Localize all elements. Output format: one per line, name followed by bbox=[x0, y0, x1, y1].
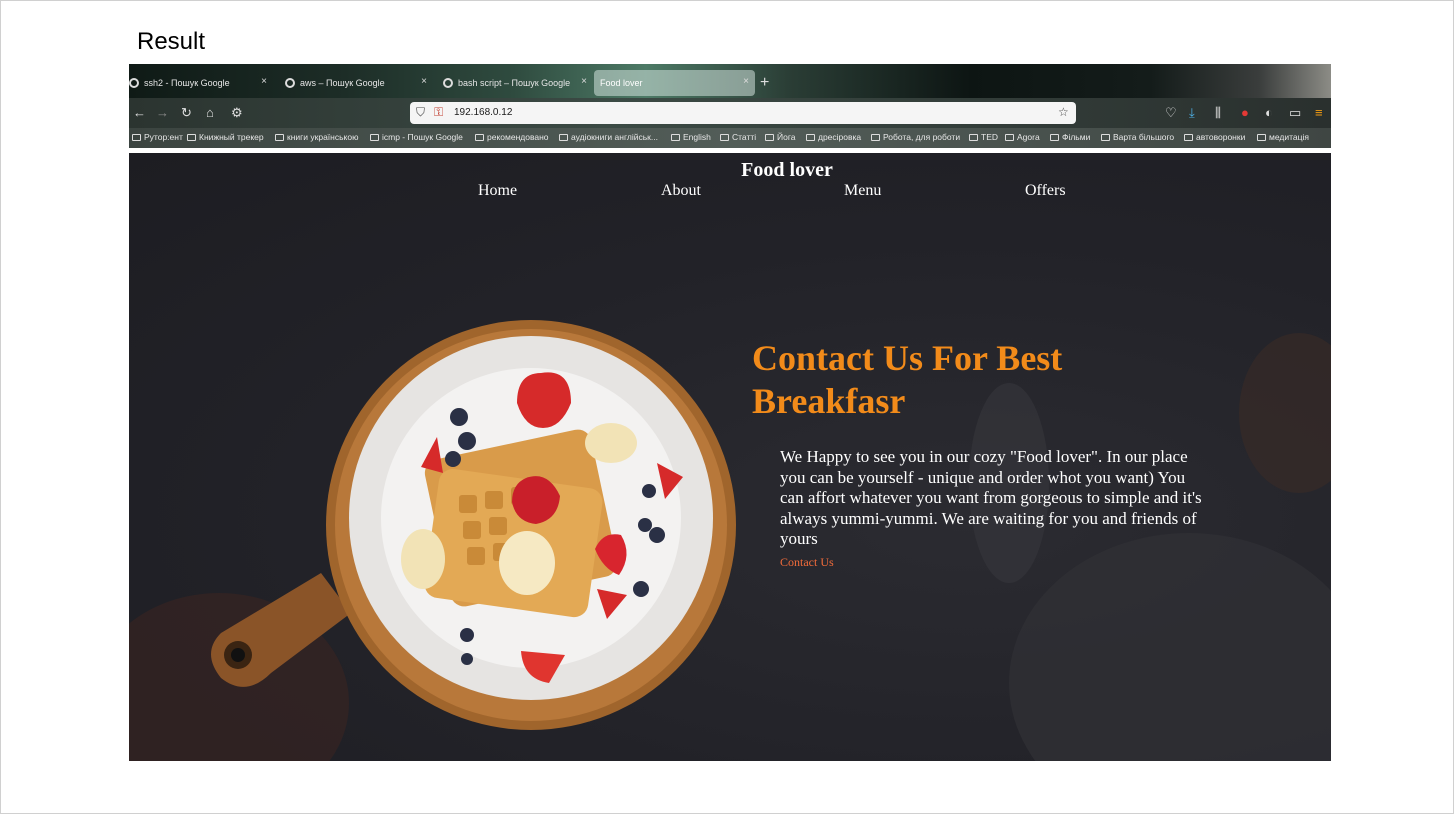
bookmark-icon bbox=[187, 134, 196, 141]
folder-icon bbox=[1101, 134, 1110, 141]
folder-icon bbox=[671, 134, 680, 141]
bookmark-folder[interactable]: English bbox=[671, 132, 711, 142]
bookmarks-bar: Рутор:ент Книжный трекер книги українськ… bbox=[129, 128, 1331, 148]
folder-icon bbox=[1050, 134, 1059, 141]
folder-icon bbox=[806, 134, 815, 141]
nav-link-menu[interactable]: Menu bbox=[844, 182, 881, 200]
bookmark-folder[interactable]: Agora bbox=[1005, 132, 1040, 142]
bookmark-folder[interactable]: рекомендовано bbox=[475, 132, 549, 142]
bookmark-folder[interactable]: медитація bbox=[1257, 132, 1309, 142]
bookmark-folder[interactable]: Робота, для роботи bbox=[871, 132, 960, 142]
tab-label: aws – Пошук Google bbox=[300, 78, 385, 88]
navigation-bar: ← → ↻ ⌂ ⚙ ⛉ ⚿ 192.168.0.12 ☆ ♡ ⤓ ⫼ ● ◐ ▭… bbox=[129, 98, 1331, 128]
board-hole-inner bbox=[231, 648, 245, 662]
folder-icon bbox=[969, 134, 978, 141]
waffle-plate-image bbox=[211, 320, 736, 730]
bookmark-folder[interactable]: книги українською bbox=[275, 132, 358, 142]
background-decoration bbox=[1009, 533, 1331, 761]
bookmark-folder[interactable]: TED bbox=[969, 132, 998, 142]
folder-icon bbox=[1005, 134, 1014, 141]
close-icon[interactable]: × bbox=[261, 76, 267, 87]
reload-icon[interactable]: ↻ bbox=[181, 105, 192, 121]
bookmark-item[interactable]: Книжный трекер bbox=[187, 132, 264, 142]
bookmark-folder[interactable]: автоворонки bbox=[1184, 132, 1245, 142]
url-text[interactable]: 192.168.0.12 bbox=[454, 107, 512, 118]
browser-window: ssh2 - Пошук Google × aws – Пошук Google… bbox=[129, 64, 1331, 761]
lock-icon[interactable]: ⚿ bbox=[434, 105, 443, 120]
folder-icon bbox=[871, 134, 880, 141]
contact-us-link[interactable]: Contact Us bbox=[780, 555, 834, 570]
gear-icon[interactable]: ⚙ bbox=[231, 105, 243, 121]
bookmark-item[interactable]: Рутор:ент bbox=[132, 132, 183, 142]
nav-link-home[interactable]: Home bbox=[478, 182, 517, 200]
tab-ssh2[interactable]: ssh2 - Пошук Google × bbox=[129, 70, 269, 96]
bookmark-folder[interactable]: аудіокниги англійськ... bbox=[559, 132, 658, 142]
folder-icon bbox=[275, 134, 284, 141]
tab-aws[interactable]: aws – Пошук Google × bbox=[285, 70, 429, 96]
page-content: Food lover Home About Menu Offers Contac… bbox=[129, 153, 1331, 761]
tab-food-lover[interactable]: Food lover × bbox=[594, 70, 755, 96]
bookmark-folder[interactable]: Варта більшого bbox=[1101, 132, 1174, 142]
url-bar[interactable]: ⛉ ⚿ 192.168.0.12 ☆ bbox=[410, 102, 1076, 124]
bookmark-item[interactable]: icmp - Пошук Google bbox=[370, 132, 463, 142]
hero-text: We Happy to see you in our cozy "Food lo… bbox=[780, 447, 1202, 548]
close-icon[interactable]: × bbox=[581, 76, 587, 87]
google-icon bbox=[370, 134, 379, 141]
background-decoration bbox=[1239, 333, 1331, 493]
google-icon bbox=[285, 78, 295, 88]
library-icon[interactable]: ⫼ bbox=[1215, 105, 1221, 121]
star-icon[interactable]: ☆ bbox=[1058, 105, 1069, 119]
google-icon bbox=[443, 78, 453, 88]
bookmark-folder[interactable]: Йога bbox=[765, 132, 795, 142]
addon-icon[interactable]: ● bbox=[1241, 105, 1249, 121]
bookmark-folder[interactable]: дресіровка bbox=[806, 132, 861, 142]
hero-title: Contact Us For Best Breakfasr bbox=[752, 338, 1063, 421]
folder-icon bbox=[559, 134, 568, 141]
folder-icon bbox=[1257, 134, 1266, 141]
tab-strip: ssh2 - Пошук Google × aws – Пошук Google… bbox=[129, 64, 1331, 98]
shield-icon[interactable]: ⛉ bbox=[416, 105, 425, 120]
nav-link-offers[interactable]: Offers bbox=[1025, 182, 1066, 200]
banana-slice bbox=[499, 531, 555, 595]
back-icon[interactable]: ← bbox=[133, 105, 146, 121]
bookmark-folder[interactable]: Фільми bbox=[1050, 132, 1090, 142]
slide-title: Result bbox=[137, 28, 206, 55]
board-handle bbox=[211, 573, 351, 687]
folder-icon bbox=[475, 134, 484, 141]
tab-label: Food lover bbox=[600, 78, 643, 88]
tab-label: ssh2 - Пошук Google bbox=[144, 78, 230, 88]
menu-icon[interactable]: ≡ bbox=[1315, 105, 1323, 121]
folder-icon bbox=[720, 134, 729, 141]
bookmark-folder[interactable]: Статті bbox=[720, 132, 756, 142]
pocket-icon[interactable]: ♡ bbox=[1165, 105, 1177, 121]
reader-icon[interactable]: ▭ bbox=[1289, 105, 1301, 121]
forward-icon[interactable]: → bbox=[156, 105, 169, 121]
tab-label: bash script – Пошук Google bbox=[458, 78, 571, 88]
folder-icon bbox=[765, 134, 774, 141]
folder-icon bbox=[1184, 134, 1193, 141]
google-icon bbox=[129, 78, 139, 88]
site-title: Food lover bbox=[741, 159, 833, 181]
banana-slice bbox=[585, 423, 637, 463]
close-icon[interactable]: × bbox=[421, 76, 427, 87]
extension-icon[interactable]: ◐ bbox=[1265, 105, 1273, 121]
banana-slice bbox=[401, 529, 445, 589]
home-icon[interactable]: ⌂ bbox=[206, 105, 214, 121]
download-icon[interactable]: ⤓ bbox=[1189, 105, 1195, 121]
close-icon[interactable]: × bbox=[743, 76, 749, 87]
bookmark-icon bbox=[132, 134, 141, 141]
nav-link-about[interactable]: About bbox=[661, 182, 701, 200]
tab-bash-script[interactable]: bash script – Пошук Google × bbox=[443, 70, 589, 96]
new-tab-button[interactable]: + bbox=[760, 74, 769, 92]
